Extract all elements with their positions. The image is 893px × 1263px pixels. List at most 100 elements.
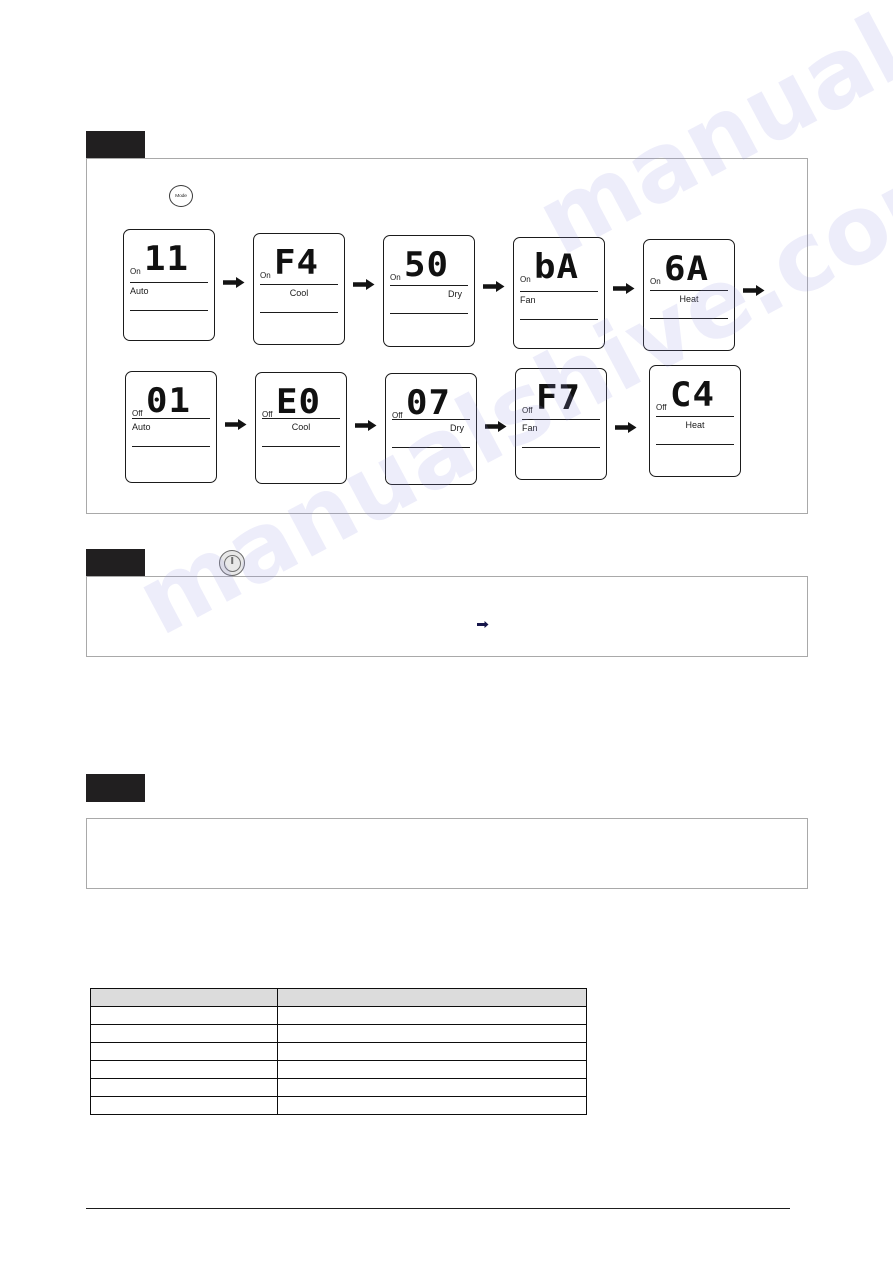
table-cell: [277, 1042, 587, 1061]
lcd-state-label: On: [650, 277, 661, 286]
flow-arrow-icon: [353, 279, 375, 290]
lcd-rule-bottom: [392, 447, 470, 448]
lcd-state-label: On: [390, 273, 401, 282]
lcd-state-label: On: [130, 267, 141, 276]
lcd-rule-bottom: [520, 319, 598, 320]
table-row: [90, 1096, 587, 1115]
table-row: [90, 1024, 587, 1043]
lcd-state-label: Off: [132, 409, 143, 418]
section-tag-3: [86, 774, 145, 802]
lcd-code: C4: [669, 375, 715, 415]
lcd-code: F7: [535, 378, 581, 418]
lcd-mode-label: Cool: [291, 422, 311, 432]
lcd-code: 50: [403, 245, 449, 285]
footer-rule: [86, 1208, 790, 1209]
lcd-panel: On bA Fan: [513, 237, 605, 349]
lcd-rule-bottom: [132, 446, 210, 447]
lcd-rule-top: [130, 282, 208, 283]
flow-arrow-icon: [613, 283, 635, 294]
lcd-panel: Off C4 Heat: [649, 365, 741, 477]
lcd-state-label: Off: [522, 406, 533, 415]
lcd-rule-bottom: [650, 318, 728, 319]
lcd-code: F4: [273, 243, 319, 283]
lcd-mode-label: Auto: [130, 286, 149, 296]
lcd-panel: Off E0 Cool: [255, 372, 347, 484]
lcd-mode-label: Dry: [448, 289, 462, 299]
lcd-panel: On 11 Auto: [123, 229, 215, 341]
table-cell: [90, 1096, 278, 1115]
lcd-digits-row: Off C4: [650, 372, 740, 418]
mode-button-label: Mode: [175, 193, 187, 199]
table-row: [90, 1042, 587, 1061]
lcd-rule-top: [522, 419, 600, 420]
lcd-panel: Off 01 Auto: [125, 371, 217, 483]
section-tag-1: [86, 131, 145, 158]
table-cell: [90, 1078, 278, 1097]
lcd-rule-top: [650, 290, 728, 291]
lcd-state-label: On: [520, 275, 531, 284]
lcd-mode-label: Heat: [685, 420, 705, 430]
lcd-rule-bottom: [656, 444, 734, 445]
manual-page: Mode On 11 Auto On F4 Cool On 50 Dry On …: [0, 0, 893, 1263]
table-header-cell: [90, 988, 278, 1007]
table-cell: [277, 1096, 587, 1115]
table-cell: [277, 1006, 587, 1025]
lcd-code: 01: [145, 381, 191, 421]
lcd-code: 6A: [663, 249, 709, 289]
lcd-mode-label: Heat: [679, 294, 699, 304]
lcd-rule-top: [260, 284, 338, 285]
lcd-rule-top: [656, 416, 734, 417]
data-table: [90, 988, 587, 1115]
lcd-digits-row: On 50: [384, 242, 474, 288]
lcd-mode-label: Cool: [289, 288, 309, 298]
inline-arrow-icon: [477, 615, 489, 628]
lcd-code: bA: [533, 247, 579, 287]
lcd-mode-label: Auto: [132, 422, 151, 432]
table-cell: [277, 1060, 587, 1079]
section-2-content-box: [86, 576, 808, 657]
lcd-code: E0: [275, 382, 321, 422]
section-1-content-box: Mode On 11 Auto On F4 Cool On 50 Dry On …: [86, 158, 808, 514]
lcd-rule-bottom: [522, 447, 600, 448]
flow-arrow-icon: [615, 422, 637, 433]
lcd-mode-label: Fan: [520, 295, 536, 305]
section-3-content-box: [86, 818, 808, 889]
table-cell: [90, 1060, 278, 1079]
lcd-panel: On 6A Heat: [643, 239, 735, 351]
table-cell: [90, 1042, 278, 1061]
lcd-digits-row: On 6A: [644, 246, 734, 292]
flow-arrow-icon: [355, 420, 377, 431]
lcd-rule-bottom: [262, 446, 340, 447]
lcd-digits-row: On 11: [124, 236, 214, 282]
lcd-digits-row: Off F7: [516, 375, 606, 421]
power-icon-ring: [223, 554, 241, 572]
lcd-rule-top: [390, 285, 468, 286]
lcd-panel: On 50 Dry: [383, 235, 475, 347]
lcd-panel: Off F7 Fan: [515, 368, 607, 480]
flow-arrow-icon: [223, 277, 245, 288]
lcd-rule-top: [262, 418, 340, 419]
lcd-rule-bottom: [260, 312, 338, 313]
table-cell: [90, 1006, 278, 1025]
table-header-cell: [277, 988, 587, 1007]
table-row: [90, 1060, 587, 1079]
lcd-code: 07: [405, 383, 451, 423]
lcd-panel: On F4 Cool: [253, 233, 345, 345]
section-tag-2: [86, 549, 145, 576]
power-icon[interactable]: [219, 550, 245, 576]
lcd-mode-label: Fan: [522, 423, 538, 433]
table-cell: [277, 1078, 587, 1097]
lcd-rule-bottom: [130, 310, 208, 311]
mode-circle-icon[interactable]: Mode: [169, 185, 193, 207]
table-header-row: [90, 988, 587, 1007]
table-row: [90, 1006, 587, 1025]
lcd-code: 11: [143, 239, 189, 279]
flow-arrow-icon: [743, 285, 765, 296]
table-cell: [277, 1024, 587, 1043]
table-row: [90, 1078, 587, 1097]
table-cell: [90, 1024, 278, 1043]
lcd-state-label: On: [260, 271, 271, 280]
lcd-panel: Off 07 Dry: [385, 373, 477, 485]
lcd-rule-bottom: [390, 313, 468, 314]
lcd-state-label: Off: [656, 403, 667, 412]
